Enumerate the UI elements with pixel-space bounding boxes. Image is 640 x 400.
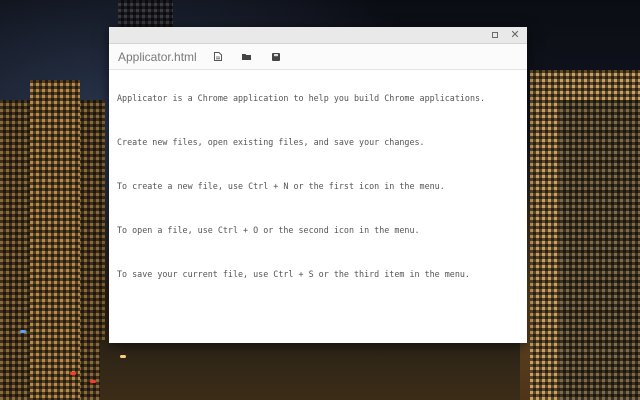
editor-line: Create new files, open existing files, a… [117,137,425,147]
save-file-button[interactable] [267,48,285,66]
file-title: Applicator.html [118,49,197,64]
close-button[interactable]: ✕ [509,29,521,41]
window-titlebar[interactable]: ✕ [109,27,527,44]
new-file-button[interactable] [209,48,227,66]
building-left-tall [30,80,80,400]
app-toolbar: Applicator.html [109,44,527,70]
maximize-icon [492,32,498,38]
folder-open-icon [242,54,252,60]
car-light [70,372,76,375]
editor-line: To open a file, use Ctrl + O or the seco… [117,225,420,235]
car-light [120,355,126,358]
building-right-back [560,100,640,400]
editor-line: To create a new file, use Ctrl + N or th… [117,181,445,191]
text-editor[interactable]: Applicator is a Chrome application to he… [109,70,527,343]
maximize-button[interactable] [489,29,501,41]
editor-line: Applicator is a Chrome application to he… [117,93,486,103]
car-light [20,330,26,333]
street [100,340,520,400]
new-file-icon [213,52,222,61]
editor-line: To save your current file, use Ctrl + S … [117,269,470,279]
save-icon [271,52,280,61]
app-window: ✕ Applicator.html Applicator is a Chrome… [109,27,527,343]
open-file-button[interactable] [238,48,256,66]
close-icon: ✕ [510,28,520,41]
car-light [90,380,96,383]
